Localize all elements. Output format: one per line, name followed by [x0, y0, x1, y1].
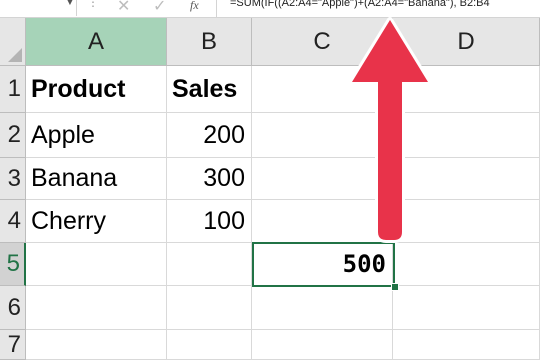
- arrow-fill: [352, 20, 428, 240]
- annotation-arrow: [349, 17, 431, 243]
